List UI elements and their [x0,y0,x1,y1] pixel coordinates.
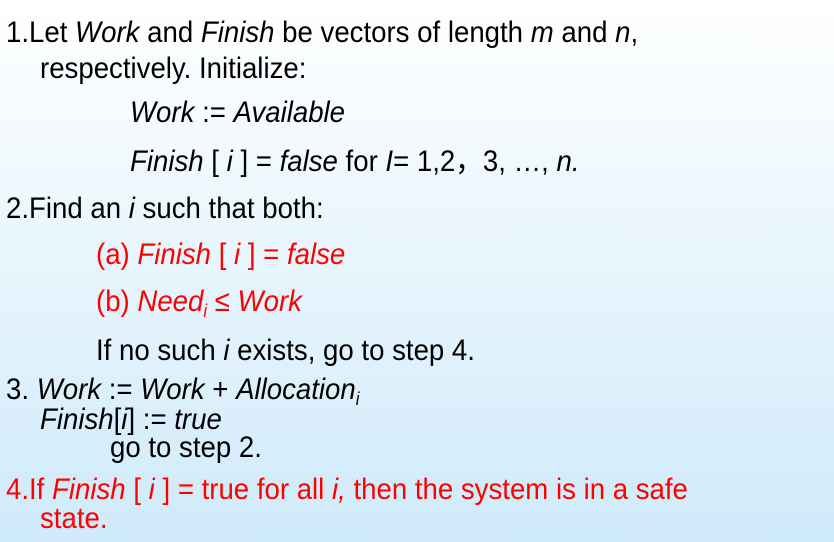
text: , [630,16,639,49]
text: and [139,16,201,49]
term-work: Work [130,96,195,129]
step3-line3: go to step 2. [110,431,262,464]
text: then the system is in a safe [345,473,688,506]
text: 3. [6,373,37,406]
term-work: Work [140,373,205,406]
term-n: n [615,16,631,49]
text: such that both: [134,192,324,225]
text: ] = true for all [154,473,332,506]
term-finish: Finish [137,238,212,271]
term-finish: Finish [200,16,275,49]
term-work: Work [237,285,302,318]
subscript-i: i [355,389,360,409]
term-finish: Finish [130,145,204,178]
term-I: I [385,145,394,178]
term-false: false [286,238,346,271]
step1-line1: 1.Let Work and Finish be vectors of leng… [6,16,638,50]
text: 2.Find an [6,192,129,225]
text: := [101,373,141,406]
finish-init: Finish [ i ] = false for I= 1,2，3, …, n. [130,145,580,179]
text: 1.Let [6,16,76,49]
text: := [194,96,234,129]
text: + [204,373,237,406]
term-false: false [279,145,338,178]
step4-line2: state. [40,502,108,535]
term-work: Work [36,373,102,406]
term-work: Work [75,16,140,49]
text: = 1,2，3, …, [393,145,557,178]
condition-a: (a) Finish [ i ] = false [96,238,345,272]
text: ] = [240,238,287,271]
text: [ [203,145,227,178]
term-allocation: Allocation [236,373,356,406]
step2-fallback: If no such i exists, go to step 4. [96,334,475,368]
term-need: Need [137,285,204,318]
step3-line1: 3. Work := Work + Allocationi [6,373,360,409]
text: be vectors of length [274,16,531,49]
text: If no such [96,334,224,367]
text: [ [125,473,149,506]
text: ≤ [207,285,238,318]
step2-title: 2.Find an i such that both: [6,192,324,226]
slide: 1.Let Work and Finish be vectors of leng… [0,0,834,542]
work-init: Work := Available [130,96,345,130]
term-available: Available [233,96,346,129]
text: and [553,16,616,49]
text: for [337,145,386,178]
term-n: n. [556,145,580,178]
term-i: i, [331,473,346,506]
term-m: m [530,16,554,49]
term-finish: Finish [40,403,114,436]
text: (a) [96,238,138,271]
text: (b) [96,285,138,318]
condition-b: (b) Needi ≤ Work [96,285,302,320]
text: exists, go to step 4. [229,334,475,367]
step4-line1: 4.If Finish [ i ] = true for all i, then… [6,473,688,507]
text: [ [211,238,235,271]
text: ] = [232,145,280,178]
step1-line2: respectively. Initialize: [40,52,307,85]
